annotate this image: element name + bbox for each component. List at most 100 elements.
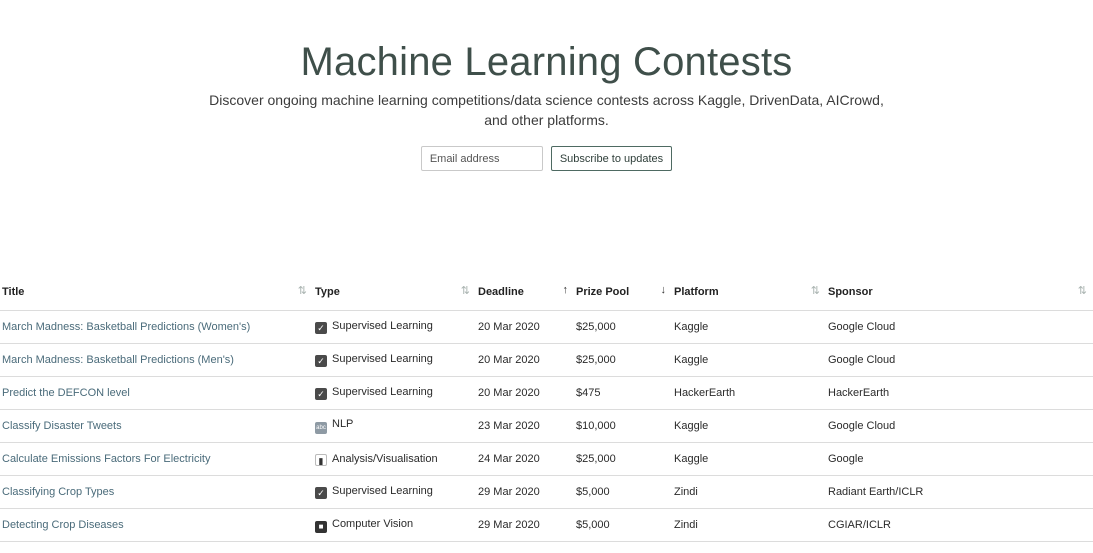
cell-sponsor: Google Cloud: [826, 310, 1093, 344]
type-label: Supervised Learning: [332, 386, 433, 398]
page: Machine Learning Contests Discover ongoi…: [0, 0, 1093, 553]
cell-deadline: 29 Mar 2020: [476, 475, 574, 509]
column-header-label: Prize Pool: [576, 286, 630, 298]
cell-platform: Kaggle: [672, 343, 826, 377]
column-header-platform[interactable]: Platform ⇅: [672, 274, 826, 311]
cell-title: March Madness: Basketball Predictions (M…: [0, 343, 313, 377]
cell-type: [313, 541, 476, 553]
column-header-type[interactable]: Type ⇅: [313, 274, 476, 311]
column-header-deadline[interactable]: Deadline ↑: [476, 274, 574, 311]
contest-link[interactable]: Predict the DEFCON level: [2, 387, 130, 399]
column-header-prize[interactable]: Prize Pool ↓: [574, 274, 672, 311]
cell-platform: HackerEarth: [672, 376, 826, 410]
table-row[interactable]: Calculate Emissions Factors For Electric…: [0, 442, 1093, 476]
cell-sponsor: CGIAR/ICLR: [826, 508, 1093, 542]
cell-sponsor: Radiant Earth/ICLR: [826, 475, 1093, 509]
cell-platform: Zindi: [672, 475, 826, 509]
cell-platform: Kaggle: [672, 310, 826, 344]
cell-deadline: 20 Mar 2020: [476, 376, 574, 410]
contest-link[interactable]: Classify Disaster Tweets: [2, 420, 122, 432]
cell-prize: $5,000: [574, 475, 672, 509]
cell-title: Classifying Crop Types: [0, 475, 313, 509]
cell-title: Predict the DEFCON level: [0, 376, 313, 410]
table-row[interactable]: [0, 541, 1093, 553]
type-label: Analysis/Visualisation: [332, 452, 438, 465]
cell-prize: $5,000: [574, 508, 672, 542]
nlp-icon: abc: [315, 422, 327, 434]
cell-prize: [574, 541, 672, 553]
hero-section: Machine Learning Contests Discover ongoi…: [0, 0, 1093, 171]
cell-platform: Kaggle: [672, 409, 826, 443]
column-header-label: Deadline: [478, 286, 524, 298]
sort-icon[interactable]: ⇅: [1078, 284, 1087, 297]
cell-prize: $10,000: [574, 409, 672, 443]
cell-deadline: 29 Mar 2020: [476, 508, 574, 542]
contest-link[interactable]: Classifying Crop Types: [2, 486, 114, 498]
type-label: Computer Vision: [332, 517, 414, 530]
cell-deadline: 24 Mar 2020: [476, 442, 574, 476]
subscribe-button[interactable]: Subscribe to updates: [550, 146, 673, 171]
cell-type: ▮ Analysis/Visualisation: [313, 442, 476, 476]
cell-title: [0, 541, 313, 553]
column-header-label: Title: [2, 286, 25, 298]
page-subtitle: Discover ongoing machine learning compet…: [209, 92, 884, 128]
type-label: NLP: [332, 418, 354, 430]
sort-icon[interactable]: ⇅: [461, 284, 470, 297]
table-row[interactable]: Classifying Crop Types ✓ Supervised Learni…: [0, 475, 1093, 509]
cell-deadline: 23 Mar 2020: [476, 409, 574, 443]
type-label: Supervised Learning: [332, 320, 433, 332]
cell-type: ✓ Supervised Learning: [313, 376, 476, 410]
cell-prize: $25,000: [574, 310, 672, 344]
cell-prize: $25,000: [574, 343, 672, 377]
column-header-sponsor[interactable]: Sponsor ⇅: [826, 274, 1093, 311]
sort-icon[interactable]: ⇅: [811, 284, 820, 297]
table-row[interactable]: Classify Disaster Tweets abc NLP 23 Mar 202…: [0, 409, 1093, 443]
type-label: Supervised Learning: [332, 353, 433, 365]
table-row[interactable]: Detecting Crop Diseases ■ Computer Vision 2…: [0, 508, 1093, 542]
sort-asc-icon[interactable]: ↑: [563, 284, 569, 296]
cell-type: ✓ Supervised Learning: [313, 310, 476, 344]
cell-deadline: 20 Mar 2020: [476, 343, 574, 377]
contest-link[interactable]: Detecting Crop Diseases: [2, 519, 124, 531]
email-input[interactable]: [420, 146, 543, 171]
cell-prize: $25,000: [574, 442, 672, 476]
table-row[interactable]: Predict the DEFCON level ✓ Supervised Lear…: [0, 376, 1093, 410]
cell-title: Classify Disaster Tweets: [0, 409, 313, 443]
table-header-row: Title ⇅ Type ⇅ Deadline ↑ Prize Pool ↓ P…: [0, 274, 1093, 311]
cell-deadline: [476, 541, 574, 553]
column-header-label: Type: [315, 286, 340, 298]
subscribe-form: Subscribe to updates: [0, 146, 1093, 171]
contests-table: Title ⇅ Type ⇅ Deadline ↑ Prize Pool ↓ P…: [0, 274, 1093, 553]
cell-sponsor: Google Cloud: [826, 343, 1093, 377]
cell-title: March Madness: Basketball Predictions (W…: [0, 310, 313, 344]
check-icon: ✓: [315, 322, 327, 334]
cell-type: ■ Computer Vision: [313, 508, 476, 542]
cell-title: Detecting Crop Diseases: [0, 508, 313, 542]
contest-link[interactable]: Calculate Emissions Factors For Electric…: [2, 453, 210, 465]
table-row[interactable]: March Madness: Basketball Predictions (M…: [0, 343, 1093, 377]
check-icon: ✓: [315, 388, 327, 400]
cell-sponsor: [826, 541, 1093, 553]
sort-desc-icon[interactable]: ↓: [661, 284, 667, 296]
sort-icon[interactable]: ⇅: [298, 284, 307, 297]
contest-link[interactable]: March Madness: Basketball Predictions (M…: [2, 354, 234, 366]
check-icon: ✓: [315, 487, 327, 499]
cell-prize: $475: [574, 376, 672, 410]
cell-sponsor: Google: [826, 442, 1093, 476]
cell-platform: [672, 541, 826, 553]
type-label: Supervised Learning: [332, 485, 433, 497]
check-icon: ✓: [315, 355, 327, 367]
contest-link[interactable]: March Madness: Basketball Predictions (W…: [2, 321, 250, 333]
column-header-title[interactable]: Title ⇅: [0, 274, 313, 311]
camera-icon: ■: [315, 520, 327, 533]
cell-sponsor: HackerEarth: [826, 376, 1093, 410]
cell-deadline: 20 Mar 2020: [476, 310, 574, 344]
table-row[interactable]: March Madness: Basketball Predictions (W…: [0, 310, 1093, 344]
cell-platform: Zindi: [672, 508, 826, 542]
cell-title: Calculate Emissions Factors For Electric…: [0, 442, 313, 476]
cell-platform: Kaggle: [672, 442, 826, 476]
column-header-label: Platform: [674, 286, 719, 298]
cell-type: abc NLP: [313, 409, 476, 443]
cell-type: ✓ Supervised Learning: [313, 343, 476, 377]
cell-type: ✓ Supervised Learning: [313, 475, 476, 509]
